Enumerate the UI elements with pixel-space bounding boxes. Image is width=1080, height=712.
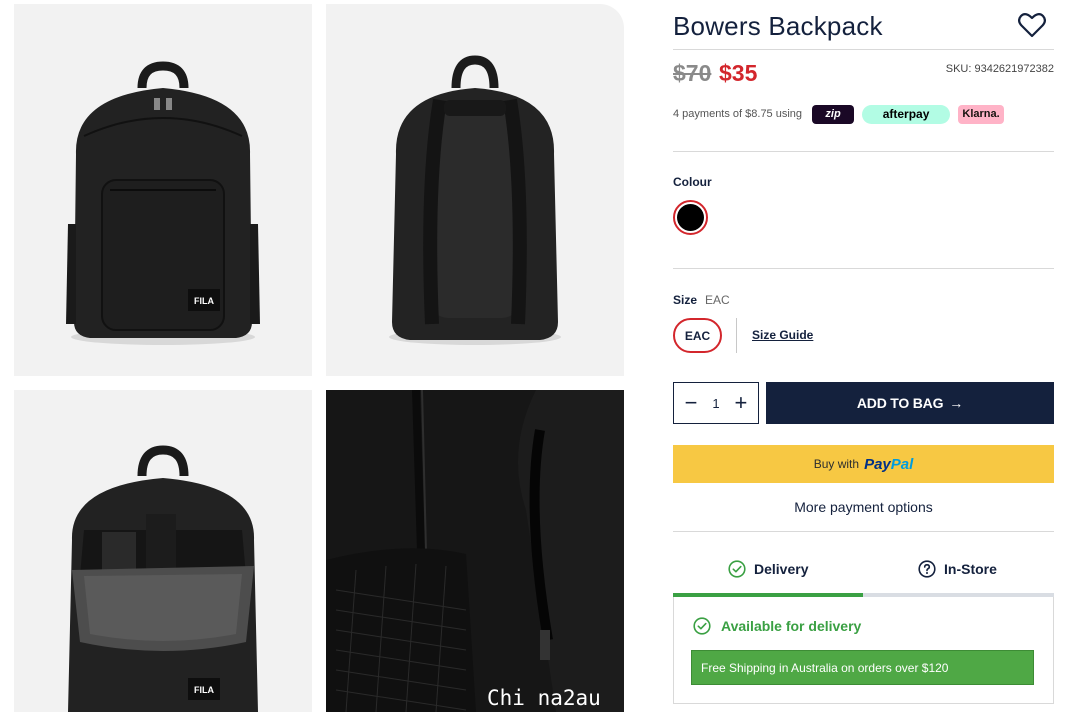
- klarna-logo[interactable]: Klarna.: [958, 104, 1005, 124]
- check-circle-icon: [693, 617, 711, 635]
- installment-options: 4 payments of $8.75 using zip afterpay K…: [673, 104, 1005, 124]
- sale-price: $35: [719, 60, 758, 86]
- gallery-image-detail[interactable]: [326, 390, 624, 712]
- swatch-fill: [677, 204, 704, 231]
- divider: [673, 49, 1054, 50]
- product-gallery: FILA FILA Chi na2au: [0, 0, 640, 712]
- tab-in-store-label: In-Store: [944, 561, 997, 577]
- brand-patch-label-open: FILA: [194, 685, 214, 695]
- quantity-value[interactable]: 1: [712, 396, 719, 411]
- gallery-image-back[interactable]: [326, 4, 624, 376]
- backpack-open-illustration: FILA: [68, 445, 258, 712]
- paypal-button[interactable]: Buy with PayPal: [673, 445, 1054, 483]
- decrease-quantity-button[interactable]: −: [682, 392, 700, 414]
- backpack-detail-illustration: [326, 390, 624, 712]
- backpack-back-illustration: [389, 55, 561, 345]
- free-shipping-banner: Free Shipping in Australia on orders ove…: [691, 650, 1034, 685]
- wishlist-heart-icon[interactable]: [1018, 12, 1046, 38]
- gallery-image-open[interactable]: FILA: [14, 390, 312, 712]
- divider: [673, 531, 1054, 532]
- increase-quantity-button[interactable]: +: [732, 392, 750, 414]
- colour-swatch-black[interactable]: [673, 200, 708, 235]
- size-label-row: Size EAC: [673, 293, 730, 307]
- divider: [673, 151, 1054, 152]
- paypal-logo-part-1: Pay: [864, 455, 891, 473]
- add-to-bag-button[interactable]: ADD TO BAG →: [766, 382, 1054, 424]
- afterpay-logo[interactable]: afterpay: [862, 104, 951, 124]
- paypal-logo: PayPal: [864, 456, 913, 473]
- size-label: Size: [673, 293, 698, 307]
- tab-in-store[interactable]: In-Store: [918, 558, 997, 580]
- availability-text: Available for delivery: [721, 618, 862, 634]
- colour-label: Colour: [673, 175, 712, 189]
- zip-logo[interactable]: zip: [812, 104, 855, 124]
- more-payment-options-link[interactable]: More payment options: [673, 499, 1054, 515]
- backpack-front-illustration: FILA: [66, 61, 260, 345]
- paypal-logo-part-2: Pal: [890, 455, 914, 473]
- add-to-bag-label: ADD TO BAG: [856, 395, 944, 411]
- product-title: Bowers Backpack: [673, 11, 883, 41]
- question-circle-icon: [918, 560, 936, 578]
- tab-delivery[interactable]: Delivery: [728, 558, 808, 580]
- size-option-eac[interactable]: EAC: [673, 318, 722, 353]
- product-details-panel: Bowers Backpack $70 $35 SKU: 93426219723…: [673, 0, 1054, 712]
- installment-text: 4 payments of $8.75 using: [673, 108, 803, 120]
- quantity-stepper: − 1 +: [673, 382, 759, 424]
- watermark-text: Chi na2au: [487, 686, 601, 710]
- divider-vertical: [736, 318, 737, 353]
- original-price: $70: [673, 60, 712, 86]
- check-circle-icon: [728, 560, 746, 578]
- delivery-availability: Available for delivery: [693, 617, 861, 635]
- size-guide-link[interactable]: Size Guide: [752, 328, 813, 342]
- divider: [673, 268, 1054, 269]
- brand-patch-label: FILA: [194, 296, 214, 306]
- selected-size-value: EAC: [705, 293, 730, 307]
- tab-delivery-label: Delivery: [754, 561, 809, 577]
- paypal-prefix: Buy with: [813, 457, 860, 471]
- gallery-image-front[interactable]: FILA: [14, 4, 312, 376]
- sku-label: SKU: 9342621972382: [945, 63, 1054, 75]
- arrow-right-icon: →: [949, 395, 964, 411]
